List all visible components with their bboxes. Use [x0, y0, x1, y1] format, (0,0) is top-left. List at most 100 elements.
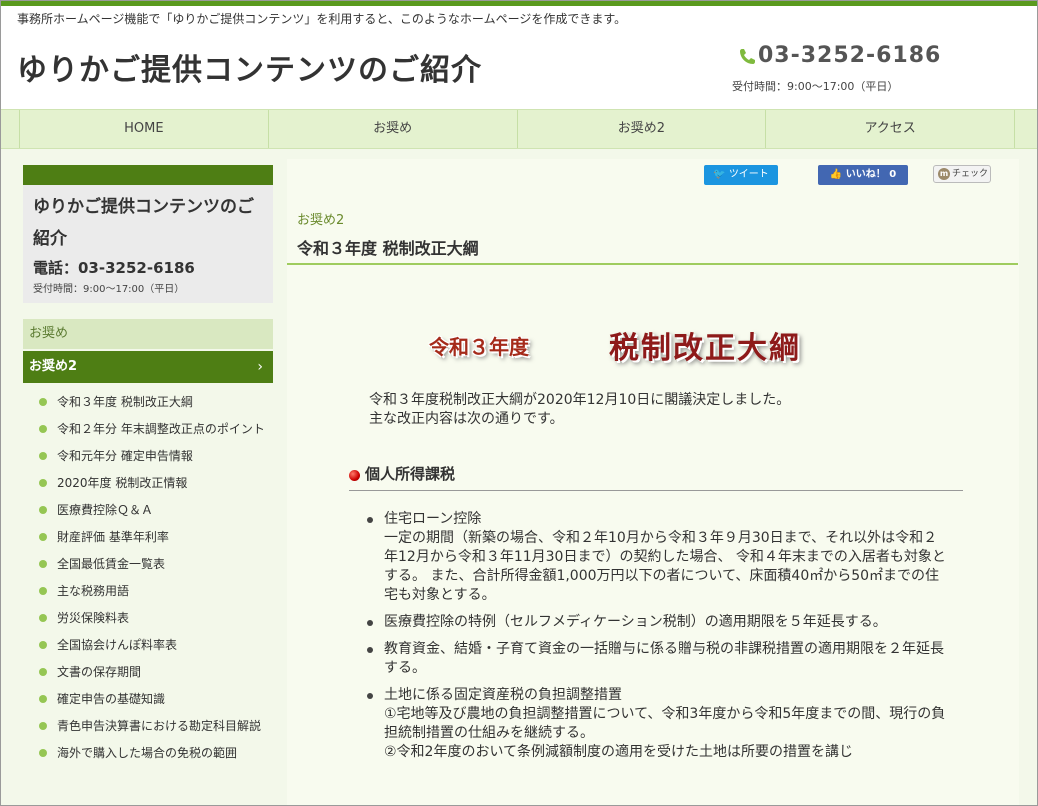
list-item-title: 医療費控除の特例（セルフメディケーション税制）の適用期限を５年延長する。	[384, 614, 887, 630]
nav-item-recommend-2[interactable]: お奨め2	[516, 110, 766, 148]
sidebar-item-label: 2020年度 税制改正情報	[57, 476, 188, 490]
bullet-icon	[367, 647, 373, 653]
sidebar-item-label: 海外で購入した場合の免税の範囲	[57, 746, 238, 760]
bullet-dot-icon	[39, 506, 47, 514]
bullet-icon	[367, 620, 373, 626]
bullet-dot-icon	[39, 425, 47, 433]
reform-list: 住宅ローン控除 一定の期間（新築の場合、令和２年10月から令和３年９月30日まで…	[367, 510, 951, 770]
intro-paragraph: 令和３年度税制改正大綱が2020年12月10日に閣議決定しました。 主な改正内容…	[369, 391, 790, 429]
bullet-dot-icon	[39, 479, 47, 487]
phone-icon	[740, 49, 755, 64]
top-accent-bar	[1, 1, 1037, 6]
sidebar-active-label: お奨め2	[29, 359, 78, 374]
bullet-dot-icon	[39, 398, 47, 406]
banner-title-text: 税制改正大綱	[609, 331, 801, 366]
list-item: 医療費控除の特例（セルフメディケーション税制）の適用期限を５年延長する。	[367, 613, 951, 632]
sidebar-item[interactable]: 財産評価 基準年利率	[37, 528, 273, 546]
bullet-dot-icon	[39, 668, 47, 676]
twitter-bird-icon: 🐦	[713, 169, 726, 180]
list-item-title: 土地に係る固定資産税の負担調整措置	[384, 687, 622, 703]
list-item: 住宅ローン控除 一定の期間（新築の場合、令和２年10月から令和３年９月30日まで…	[367, 510, 951, 605]
intro-line: 主な改正内容は次の通りです。	[369, 411, 564, 427]
like-label: いいね！ 0	[845, 169, 897, 180]
bullet-dot-icon	[39, 587, 47, 595]
sidebar-item[interactable]: 令和元年分 確定申告情報	[37, 447, 273, 465]
banner-year-text: 令和３年度	[429, 335, 529, 359]
section-heading-label: 個人所得課税	[365, 465, 456, 483]
sidebar-item[interactable]: 青色申告決算書における勘定科目解説	[37, 717, 273, 735]
bullet-icon	[367, 517, 373, 523]
site-title[interactable]: ゆりかご提供コンテンツのご紹介	[17, 45, 482, 89]
sidebar-item-label: 令和３年度 税制改正大綱	[57, 395, 193, 409]
sidebar-item-label: 労災保険料表	[57, 611, 130, 625]
sidebar-item-label: 令和２年分 年末調整改正点のポイント	[57, 422, 265, 436]
bullet-icon	[367, 693, 373, 699]
sidebar-menu: 令和３年度 税制改正大綱 令和２年分 年末調整改正点のポイント 令和元年分 確定…	[37, 393, 273, 771]
tweet-label: ツイート	[728, 169, 769, 180]
nav-item-home[interactable]: HOME	[19, 110, 268, 148]
sidebar-item-label: 主な税務用語	[57, 584, 130, 598]
nav-item-recommend[interactable]: お奨め	[267, 110, 517, 148]
sidebar-hours: 受付時間：9:00～17:00（平日）	[33, 284, 185, 295]
nav-item-access[interactable]: アクセス	[765, 110, 1015, 148]
sidebar-item-label: 全国最低賃金一覧表	[57, 557, 166, 571]
sidebar-item[interactable]: 2020年度 税制改正情報	[37, 474, 273, 492]
sidebar-item-label: 医療費控除Ｑ＆Ａ	[57, 503, 154, 517]
sidebar-item[interactable]: 全国協会けんぽ料率表	[37, 636, 273, 654]
sidebar-item-label: 確定申告の基礎知識	[57, 692, 166, 706]
sidebar-info-box: ゆりかご提供コンテンツのご紹介 電話：03-3252-6186 受付時間：9:0…	[23, 185, 273, 303]
bullet-dot-icon	[39, 452, 47, 460]
sidebar-item[interactable]: 医療費控除Ｑ＆Ａ	[37, 501, 273, 519]
sidebar-item-label: 青色申告決算書における勘定科目解説	[57, 719, 262, 733]
check-label: チェック	[952, 169, 989, 179]
bullet-dot-icon	[39, 614, 47, 622]
tweet-button[interactable]: 🐦 ツイート	[704, 165, 778, 185]
sidebar-header-bar	[23, 165, 273, 185]
sidebar-item-label: 財産評価 基準年利率	[57, 530, 169, 544]
list-item-body: ①宅地等及び農地の負担調整措置について、令和3年度から令和5年度までの間、現行の…	[384, 706, 946, 741]
sidebar-category-recommend[interactable]: お奨め	[23, 319, 273, 349]
list-item-body: 一定の期間（新築の場合、令和２年10月から令和３年９月30日まで、それ以外は令和…	[384, 530, 946, 603]
list-item-body: ②令和2年度のおいて条例減額制度の適用を受けた土地は所要の措置を講じ	[384, 744, 854, 760]
sidebar-item[interactable]: 令和３年度 税制改正大綱	[37, 393, 273, 411]
header-phone-number[interactable]: 03-3252-6186	[758, 43, 941, 68]
page-title: 令和３年度 税制改正大綱	[297, 239, 479, 258]
thumbs-up-icon: 👍	[829, 169, 843, 180]
mixi-icon: m	[938, 167, 950, 180]
breadcrumb[interactable]: お奨め2	[297, 209, 344, 228]
sidebar-phone[interactable]: 電話：03-3252-6186	[33, 257, 263, 278]
sidebar-item-label: 文書の保存期間	[57, 665, 142, 679]
sidebar-item[interactable]: 確定申告の基礎知識	[37, 690, 273, 708]
mixi-check-button[interactable]: m チェック	[933, 165, 991, 183]
bullet-dot-icon	[39, 749, 47, 757]
chevron-right-icon: ›	[257, 359, 263, 375]
red-ball-icon	[349, 470, 360, 481]
list-item: 土地に係る固定資産税の負担調整措置 ①宅地等及び農地の負担調整措置について、令和…	[367, 686, 951, 762]
section-heading: 個人所得課税	[349, 463, 963, 491]
list-item-title: 教育資金、結婚・子育て資金の一括贈与に係る贈与税の非課税措置の適用期限を２年延長…	[384, 641, 944, 676]
sidebar-title: ゆりかご提供コンテンツのご紹介	[33, 197, 254, 249]
intro-line: 令和３年度税制改正大綱が2020年12月10日に閣議決定しました。	[369, 392, 791, 408]
page-frame: 事務所ホームページ機能で「ゆりかご提供コンテンツ」を利用すると、このようなホーム…	[0, 0, 1038, 806]
list-item-title: 住宅ローン控除	[384, 511, 482, 527]
bullet-dot-icon	[39, 560, 47, 568]
sidebar-item[interactable]: 労災保険料表	[37, 609, 273, 627]
site-tagline: 事務所ホームページ機能で「ゆりかご提供コンテンツ」を利用すると、このようなホーム…	[17, 12, 627, 26]
sidebar-item[interactable]: 主な税務用語	[37, 582, 273, 600]
sidebar-item-label: 令和元年分 確定申告情報	[57, 449, 193, 463]
bullet-dot-icon	[39, 722, 47, 730]
sidebar-item[interactable]: 海外で購入した場合の免税の範囲	[37, 744, 273, 762]
sidebar-item[interactable]: 令和２年分 年末調整改正点のポイント	[37, 420, 273, 438]
global-nav: HOME お奨め お奨め2 アクセス	[1, 109, 1037, 149]
header-business-hours: 受付時間：9:00～17:00（平日）	[732, 80, 899, 93]
bullet-dot-icon	[39, 641, 47, 649]
list-item: 教育資金、結婚・子育て資金の一括贈与に係る贈与税の非課税措置の適用期限を２年延長…	[367, 640, 951, 678]
facebook-like-button[interactable]: 👍 いいね！ 0	[818, 165, 908, 185]
sidebar-category-recommend-2[interactable]: お奨め2 ›	[23, 351, 273, 383]
sidebar-item[interactable]: 文書の保存期間	[37, 663, 273, 681]
page-title-divider	[287, 263, 1018, 265]
sidebar-item-label: 全国協会けんぽ料率表	[57, 638, 178, 652]
bullet-dot-icon	[39, 695, 47, 703]
bullet-dot-icon	[39, 533, 47, 541]
sidebar-item[interactable]: 全国最低賃金一覧表	[37, 555, 273, 573]
